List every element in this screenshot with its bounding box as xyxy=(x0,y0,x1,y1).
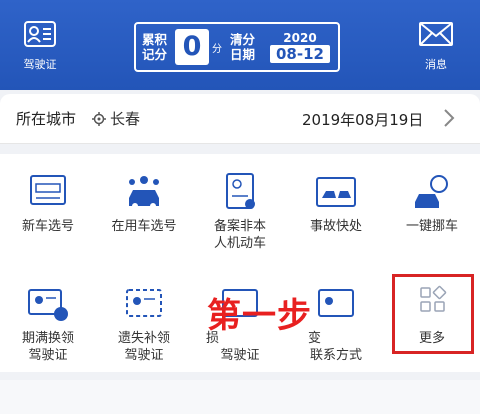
grid-item-label: 一键挪车 xyxy=(405,219,458,234)
document-stamp-icon xyxy=(226,173,255,209)
score-unit: 分 xyxy=(212,43,222,55)
grid-item-new-car-plate[interactable]: 新车选号 xyxy=(0,172,96,235)
city-row-label: 所在城市 xyxy=(16,110,77,128)
clear-date: 2020 08-12 xyxy=(270,31,330,63)
chevron-right-icon[interactable] xyxy=(442,106,456,130)
grid-item-label: 备案非本 人机动车 xyxy=(213,219,266,251)
accident-photo-icon xyxy=(316,177,356,207)
id-card-clock-icon xyxy=(28,289,68,321)
bell-car-icon xyxy=(415,175,448,208)
grid-item-label: 新车选号 xyxy=(21,219,74,234)
app-header: 驾驶证 累积 记分 0 分 清分 日期 2020 08-12 消息 xyxy=(0,0,480,90)
driver-license-label: 驾驶证 xyxy=(23,58,57,71)
step-annotation: 第一步 xyxy=(207,296,312,336)
grid-item-label: 在用车选号 xyxy=(111,219,177,234)
city-name: 长春 xyxy=(110,110,141,128)
clear-year: 2020 xyxy=(283,31,317,45)
services-panel: 所在城市 长春 2019年08月19日 xyxy=(0,94,480,414)
driver-license-button[interactable]: 驾驶证 xyxy=(10,20,70,72)
grid-item-label: 期满换领 驾驶证 xyxy=(21,331,74,363)
score-value: 0 xyxy=(175,29,209,65)
id-card-dashed-icon xyxy=(126,289,162,317)
clear-date-label: 清分 日期 xyxy=(230,32,256,62)
grid-item-label: 遗失补领 驾驶证 xyxy=(117,331,170,363)
current-date: 2019年08月19日 xyxy=(302,111,424,129)
score-panel[interactable]: 累积 记分 0 分 清分 日期 2020 08-12 xyxy=(134,22,340,72)
grid-item-renew-license[interactable]: 期满换领 驾驶证 xyxy=(0,284,96,364)
license-card-icon xyxy=(30,175,66,205)
location-target-icon xyxy=(92,111,107,126)
mail-icon xyxy=(419,22,453,46)
id-card-icon xyxy=(24,21,56,47)
car-people-icon xyxy=(129,176,159,209)
section-gap xyxy=(0,144,480,154)
messages-label: 消息 xyxy=(425,58,447,71)
contact-card-icon xyxy=(318,289,354,317)
messages-button[interactable]: 消息 xyxy=(406,20,466,72)
grid-item-register-nonlocal[interactable]: 备案非本 人机动车 xyxy=(192,172,288,252)
grid-item-accident[interactable]: 事故快处 xyxy=(288,172,384,235)
grid-item-label: 事故快处 xyxy=(309,219,362,234)
city-row[interactable]: 所在城市 长春 2019年08月19日 xyxy=(0,94,480,144)
grid-item-replace-lost-license[interactable]: 遗失补领 驾驶证 xyxy=(96,284,192,364)
city-location[interactable]: 长春 xyxy=(92,108,140,129)
grid-item-move-car[interactable]: 一键挪车 xyxy=(384,172,480,235)
clear-month-day: 08-12 xyxy=(270,45,330,63)
more-highlight-box xyxy=(392,274,474,354)
grid-item-used-car-plate[interactable]: 在用车选号 xyxy=(96,172,192,235)
score-label: 累积 记分 xyxy=(142,32,168,62)
bottom-section xyxy=(0,372,480,414)
